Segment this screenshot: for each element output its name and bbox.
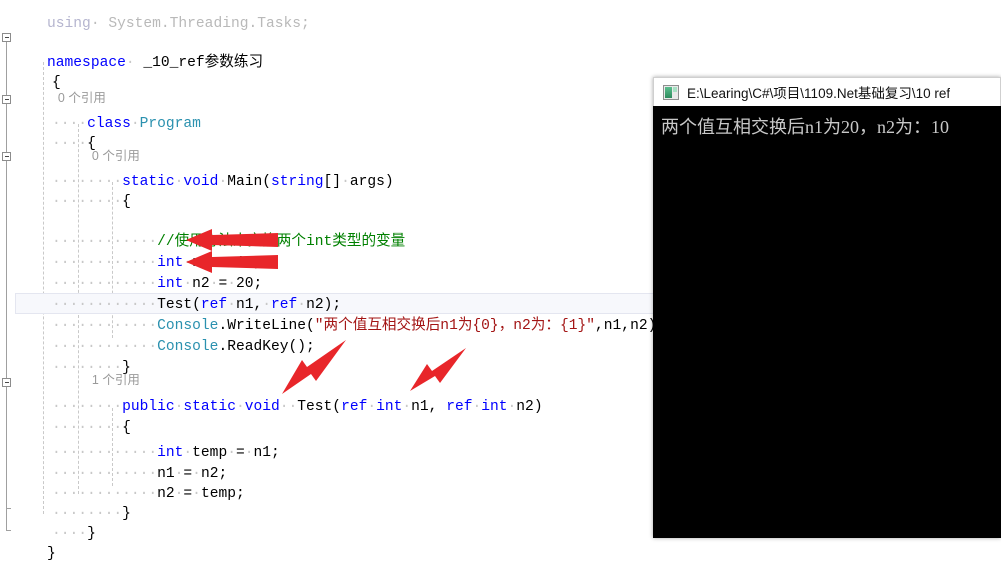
token-ref-keyword-param-2: ref <box>446 399 473 415</box>
token-param-n2: n2 <box>516 399 534 415</box>
token-temp-assign-n1: n1 <box>253 445 272 461</box>
outlining-toggle-test[interactable] <box>2 378 11 387</box>
outlining-toggle-namespace[interactable] <box>2 33 11 42</box>
brace-close-test: } <box>122 506 131 522</box>
brace-open-main: { <box>122 194 131 210</box>
token-int-keyword-param-2: int <box>481 399 508 415</box>
token-void-keyword: void <box>183 174 219 190</box>
token-test-identifier: Test <box>297 399 333 415</box>
console-output-line: 两个值互相交换后n1为20，n2为：10 <box>661 117 949 137</box>
token-string-keyword: string <box>271 174 324 190</box>
token-main-identifier: Main <box>227 174 263 190</box>
brace-close-class: } <box>87 526 96 542</box>
token-namespace-name: _10_ref参数练习 <box>134 55 264 71</box>
outlining-toggle-class[interactable] <box>2 95 11 104</box>
outlining-tick-namespace-end <box>6 530 11 531</box>
outlining-tick-class-end <box>6 508 11 509</box>
outlining-toggle-main[interactable] <box>2 152 11 161</box>
console-titlebar[interactable]: E:\Learing\C#\项目\1109.Net基础复习\10 ref <box>653 77 1001 106</box>
outlining-bar-class <box>6 104 7 508</box>
token-using-namespace: System.Threading.Tasks; <box>99 16 310 32</box>
token-void-keyword-test: void <box>244 399 280 415</box>
token-assign-n2-rhs: temp <box>200 486 236 502</box>
token-args-identifier: args <box>349 174 385 190</box>
token-using-keyword: using <box>47 16 91 32</box>
token-writeline-arg-n2: n2 <box>630 318 648 334</box>
console-output-area[interactable]: 两个值互相交换后n1为20，n2为：10 <box>653 106 1001 538</box>
token-ref-keyword-param-1: ref <box>341 399 368 415</box>
token-assign-n2-lhs: n2 <box>157 486 175 502</box>
token-int-keyword-param-1: int <box>376 399 403 415</box>
token-static-keyword-test: static <box>183 399 236 415</box>
token-readkey-method: ReadKey <box>227 339 289 355</box>
console-window-title: E:\Learing\C#\项目\1109.Net基础复习\10 ref <box>687 86 951 101</box>
token-param-n1: n1 <box>411 399 429 415</box>
token-class-name: Program <box>139 116 201 132</box>
console-app-icon <box>663 84 679 100</box>
token-console-type-2: Console <box>157 339 219 355</box>
brace-close-namespace: } <box>47 546 56 562</box>
token-writeline-arg-n1: n1 <box>603 318 622 334</box>
code-line-namespace-close-brace[interactable]: } <box>12 524 56 584</box>
token-string-literal: "两个值互相交换后n1为{0}，n2为：{1}" <box>314 318 596 334</box>
console-window[interactable]: E:\Learing\C#\项目\1109.Net基础复习\10 ref 两个值… <box>653 77 1001 538</box>
